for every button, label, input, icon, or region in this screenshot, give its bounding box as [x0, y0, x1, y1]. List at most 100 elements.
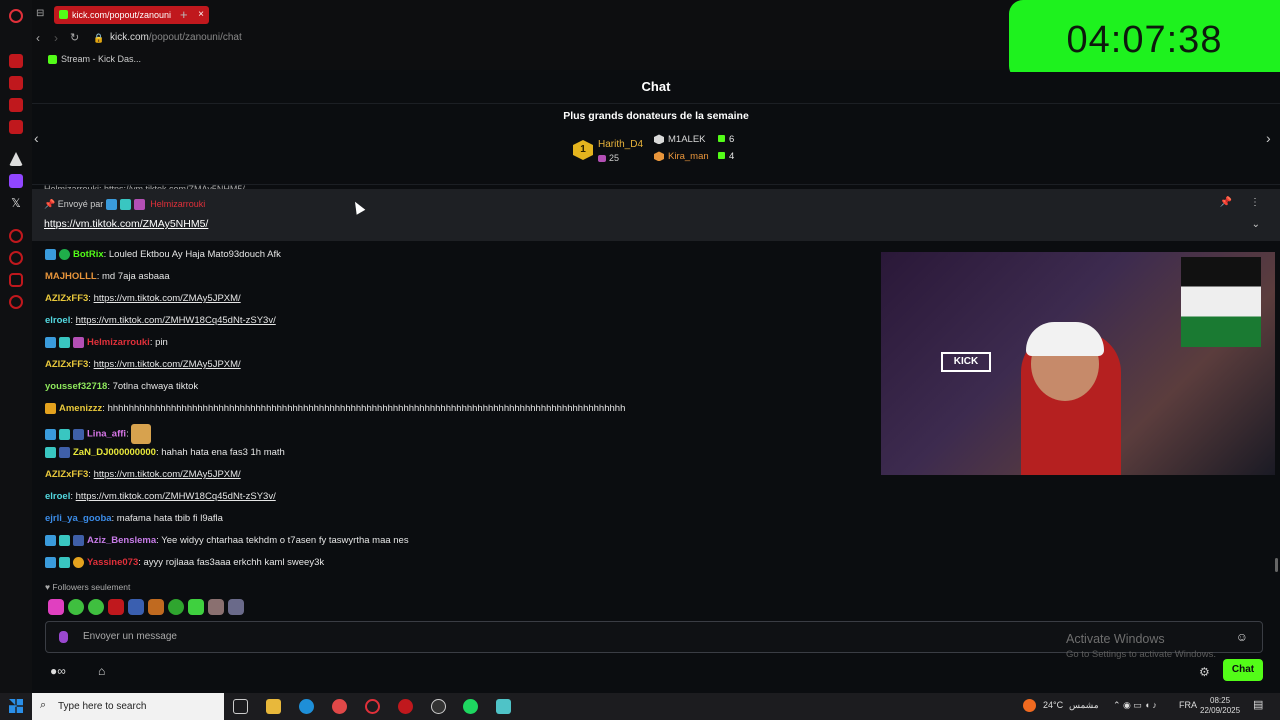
username[interactable]: Helmizarrouki [87, 337, 150, 348]
weather-icon[interactable] [1023, 699, 1036, 712]
sidebar-icon-8[interactable] [9, 229, 23, 243]
opera-gx-icon[interactable] [398, 699, 413, 714]
x-icon[interactable]: 𝕏 [9, 196, 23, 210]
username[interactable]: Aziz_Benslema [87, 535, 156, 546]
verified-icon [59, 248, 70, 260]
language-indicator[interactable]: FRA [1179, 700, 1197, 710]
emote-icon[interactable] [148, 599, 164, 615]
mic-icon[interactable] [59, 631, 68, 643]
send-chat-button[interactable]: Chat [1223, 659, 1263, 681]
donor-row[interactable]: M1ALEK 6 [654, 134, 734, 151]
message-link[interactable]: https://vm.tiktok.com/ZMHW18Cq45dNt-zSY3… [76, 491, 276, 502]
message-link[interactable]: https://vm.tiktok.com/ZMHW18Cq45dNt-zSY3… [76, 315, 276, 326]
emote-icon[interactable] [108, 599, 124, 615]
crown-icon [45, 402, 56, 414]
spotify-icon[interactable] [463, 699, 478, 714]
donors-next-arrow-icon[interactable]: › [1266, 130, 1271, 146]
username[interactable]: elroel [45, 315, 70, 326]
reload-icon[interactable]: ↻ [70, 31, 79, 44]
emote-icon[interactable] [168, 599, 184, 615]
sidebar-icon-2[interactable] [9, 76, 23, 90]
scrollbar[interactable] [1275, 558, 1278, 572]
opera-icon[interactable] [365, 699, 380, 714]
emote-icon[interactable] [48, 599, 64, 615]
emote-icon[interactable] [128, 599, 144, 615]
username[interactable]: Yassine073 [87, 557, 138, 568]
username[interactable]: ZaN_DJ000000000 [73, 447, 156, 458]
emoji-icon[interactable]: ☺ [1236, 630, 1248, 644]
username[interactable]: AZIZxFF3 [45, 359, 88, 370]
chat-message[interactable]: BotRix: Louled Ektbou Ay Haja Mato93douc… [45, 248, 865, 270]
app-icon[interactable] [496, 699, 511, 714]
chat-message[interactable]: Amenizzz: hhhhhhhhhhhhhhhhhhhhhhhhhhhhhh… [45, 402, 865, 424]
username[interactable]: Amenizzz [59, 403, 102, 414]
chat-message[interactable]: Yassine073: ayyy rojlaaa fas3aaa erkchh … [45, 556, 865, 578]
username[interactable]: Lina_affi [87, 429, 126, 440]
chat-message[interactable]: Helmizarrouki: pin [45, 336, 865, 358]
chat-message[interactable]: AZIZxFF3: https://vm.tiktok.com/ZMAy5JPX… [45, 292, 865, 314]
history-icon[interactable] [9, 251, 23, 265]
message-link[interactable]: https://vm.tiktok.com/ZMAy5JPXM/ [94, 469, 241, 480]
emote-icon[interactable] [88, 599, 104, 615]
sidebar-icon-1[interactable] [9, 54, 23, 68]
message-link[interactable]: https://vm.tiktok.com/ZMAy5JPXM/ [94, 359, 241, 370]
emote-icon[interactable] [228, 599, 244, 615]
username[interactable]: ejrli_ya_gooba [45, 513, 112, 524]
chat-message[interactable]: youssef32718: 7otlna chwaya tiktok [45, 380, 865, 402]
chevron-down-icon[interactable]: ⌄ [1252, 219, 1260, 230]
chat-message[interactable]: Lina_affi: [45, 424, 865, 446]
forward-icon[interactable]: › [54, 31, 58, 45]
more-options-icon[interactable]: ⋮ [1250, 197, 1260, 208]
chat-message[interactable]: MAJHOLLL: md 7aja asbaaa [45, 270, 865, 292]
opera-logo-icon[interactable] [9, 9, 23, 23]
tab-close-icon[interactable]: × [198, 9, 204, 20]
pinned-message[interactable]: 📌 Envoyé par Helmizarrouki https://vm.ti… [32, 189, 1280, 241]
emote-icon[interactable] [68, 599, 84, 615]
emote-icon[interactable] [188, 599, 204, 615]
obs-icon[interactable] [431, 699, 446, 714]
username[interactable]: AZIZxFF3 [45, 469, 88, 480]
tab-menu-icon[interactable]: ⊟ [36, 8, 44, 19]
donors-prev-arrow-icon[interactable]: ‹ [34, 130, 39, 146]
username[interactable]: MAJHOLLL [45, 271, 97, 282]
url-field[interactable]: kick.com/popout/zanouni/chat [110, 32, 242, 43]
gear-icon[interactable]: ⚙ [1199, 665, 1210, 679]
back-icon[interactable]: ‹ [36, 31, 40, 45]
chat-message[interactable]: Aziz_Benslema: Yee widyy chtarhaa tekhdm… [45, 534, 865, 556]
pinned-link[interactable]: https://vm.tiktok.com/ZMAy5NHM5/ [44, 218, 208, 230]
points-icon[interactable]: ●∞ [50, 664, 66, 678]
chat-message[interactable]: ejrli_ya_gooba: mafama hata tbib fi l9af… [45, 512, 865, 534]
username[interactable]: BotRix [73, 249, 104, 260]
username[interactable]: elroel [45, 491, 70, 502]
new-tab-button[interactable]: + [180, 7, 188, 22]
chat-message[interactable]: elroel: https://vm.tiktok.com/ZMHW18Cq45… [45, 490, 865, 512]
file-explorer-icon[interactable] [266, 699, 281, 714]
store-icon[interactable]: ⌂ [98, 664, 105, 678]
task-view-icon[interactable] [233, 699, 248, 714]
pinned-by-user[interactable]: Helmizarrouki [150, 199, 205, 209]
donor-row[interactable]: Kira_man 4 [654, 151, 734, 168]
bookmark-item[interactable]: Stream - Kick Das... [48, 54, 141, 65]
taskbar-clock[interactable]: 08:25 22/09/2025 [1200, 696, 1240, 716]
message-link[interactable]: https://vm.tiktok.com/ZMAy5JPXM/ [94, 293, 241, 304]
notifications-icon[interactable]: ▤ [1253, 698, 1263, 711]
chat-message[interactable]: ZaN_DJ000000000: hahah hata ena fas3 1h … [45, 446, 865, 468]
unpin-icon[interactable]: 📌 [1220, 197, 1232, 208]
aria-icon[interactable] [9, 152, 23, 166]
username[interactable]: youssef32718 [45, 381, 107, 392]
edge-icon[interactable] [299, 699, 314, 714]
twitch-icon[interactable] [9, 174, 23, 188]
extensions-icon[interactable] [9, 273, 23, 287]
settings-icon[interactable] [9, 295, 23, 309]
chat-message[interactable]: elroel: https://vm.tiktok.com/ZMHW18Cq45… [45, 314, 865, 336]
chat-message[interactable]: AZIZxFF3: https://vm.tiktok.com/ZMAy5JPX… [45, 468, 865, 490]
windows-start-icon[interactable] [9, 699, 23, 713]
taskbar-search[interactable]: ⌕ Type here to search [32, 693, 224, 720]
sidebar-icon-4[interactable] [9, 120, 23, 134]
emote-icon[interactable] [208, 599, 224, 615]
messenger-icon[interactable] [9, 98, 23, 112]
chrome-icon[interactable] [332, 699, 347, 714]
tray-icons[interactable]: ⌃ ◉ ▭ ◖ ♪ [1113, 700, 1157, 711]
chat-message[interactable]: AZIZxFF3: https://vm.tiktok.com/ZMAy5JPX… [45, 358, 865, 380]
username[interactable]: AZIZxFF3 [45, 293, 88, 304]
